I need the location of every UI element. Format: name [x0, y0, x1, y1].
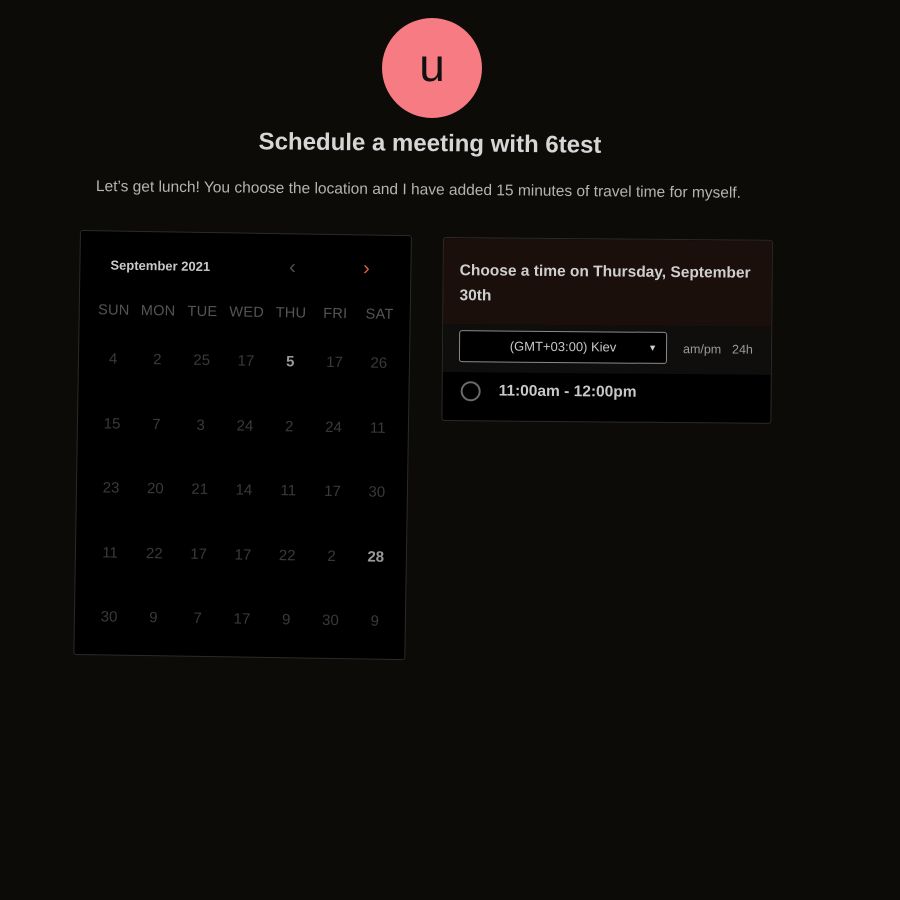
calendar-month-label: September 2021 [110, 257, 211, 275]
calendar-day[interactable]: 30 [86, 585, 131, 650]
weekday-tue: TUE [187, 303, 218, 321]
format-ampm-toggle[interactable]: am/pm [683, 342, 721, 356]
calendar-day[interactable]: 30 [354, 460, 399, 525]
calendar-week: 4 2 25 17 5 17 26 [90, 327, 401, 396]
timezone-value: (GMT+03:00) Kiev [509, 338, 617, 355]
chevron-right-icon[interactable]: › [354, 257, 378, 279]
calendar-day[interactable]: 17 [220, 523, 265, 588]
calendar-day[interactable]: 9 [264, 588, 309, 653]
calendar-day[interactable]: 26 [356, 331, 401, 396]
calendar-week: 11 22 17 17 22 2 28 [87, 521, 398, 590]
calendar-day[interactable]: 21 [177, 458, 222, 523]
weekday-header: SUN MON TUE WED THU FRI SAT [92, 297, 402, 328]
radio-button[interactable] [460, 381, 481, 402]
format-24h-toggle[interactable]: 24h [732, 343, 753, 357]
calendar-day[interactable]: 7 [134, 392, 179, 457]
calendar-day[interactable]: 17 [176, 522, 221, 587]
calendar-day[interactable]: 5 [268, 330, 313, 395]
caret-down-icon: ▼ [648, 342, 658, 353]
weekday-thu: THU [275, 305, 307, 322]
calendar-day[interactable]: 2 [309, 524, 354, 589]
calendar-day[interactable]: 17 [312, 331, 357, 396]
calendar-day[interactable]: 23 [88, 456, 133, 521]
calendar-day[interactable]: 9 [352, 589, 397, 654]
calendar-day[interactable]: 25 [179, 329, 224, 394]
timezone-select[interactable]: (GMT+03:00) Kiev ▼ [458, 330, 668, 364]
avatar: u [382, 18, 482, 118]
calendar-week: 23 20 21 14 11 17 30 [88, 456, 399, 525]
scheduling-page: u Schedule a meeting with 6test Let’s ge… [0, 0, 900, 900]
calendar-day[interactable]: 17 [310, 460, 355, 525]
calendar-day[interactable]: 11 [355, 396, 400, 461]
chevron-left-icon[interactable]: ‹ [280, 256, 304, 278]
calendar-day[interactable]: 11 [266, 459, 311, 524]
calendar-grid: SUN MON TUE WED THU FRI SAT 4 2 25 17 5 … [86, 297, 401, 654]
calendar-day[interactable]: 17 [219, 587, 264, 652]
calendar-day[interactable]: 22 [265, 523, 310, 588]
weekday-sun: SUN [97, 302, 130, 319]
weekday-mon: MON [140, 302, 176, 320]
calendar-day[interactable]: 9 [131, 586, 176, 651]
calendar-week: 30 9 7 17 9 30 9 [86, 585, 397, 654]
weekday-wed: WED [229, 304, 265, 321]
calendar-weeks: 4 2 25 17 5 17 26 15 7 3 24 2 24 11 23 2… [86, 327, 401, 654]
calendar-day[interactable]: 30 [308, 589, 353, 654]
calendar-week: 15 7 3 24 2 24 11 [89, 392, 400, 461]
calendar-day[interactable]: 22 [132, 521, 177, 586]
calendar-day[interactable]: 2 [135, 328, 180, 393]
calendar-day[interactable]: 17 [223, 329, 268, 394]
page-subtitle: Let’s get lunch! You choose the location… [95, 178, 742, 202]
page-title: Schedule a meeting with 6test [258, 128, 602, 159]
time-panel-header: Choose a time on Thursday, September 30t… [443, 238, 772, 327]
weekday-fri: FRI [323, 305, 348, 323]
calendar-day[interactable]: 15 [89, 392, 134, 457]
calendar-day[interactable]: 7 [175, 587, 220, 652]
calendar-day[interactable]: 24 [222, 394, 267, 459]
avatar-letter: u [419, 39, 445, 91]
calendar-day[interactable]: 28 [353, 525, 398, 590]
calendar-day[interactable]: 14 [221, 458, 266, 523]
time-panel: Choose a time on Thursday, September 30t… [441, 237, 773, 424]
calendar-day[interactable]: 3 [178, 393, 223, 458]
timezone-bar: (GMT+03:00) Kiev ▼ am/pm 24h [442, 324, 772, 375]
calendar-day[interactable]: 11 [87, 521, 132, 586]
calendar: September 2021 ‹ › SUN MON TUE WED THU F… [73, 230, 412, 661]
calendar-day[interactable]: 4 [90, 327, 135, 392]
weekday-sat: SAT [365, 306, 394, 323]
calendar-day[interactable]: 20 [133, 457, 178, 522]
calendar-day[interactable]: 2 [267, 394, 312, 459]
time-slot-label[interactable]: 11:00am - 12:00pm [499, 382, 637, 401]
time-slot[interactable]: 11:00am - 12:00pm [442, 372, 770, 421]
calendar-day[interactable]: 24 [311, 395, 356, 460]
